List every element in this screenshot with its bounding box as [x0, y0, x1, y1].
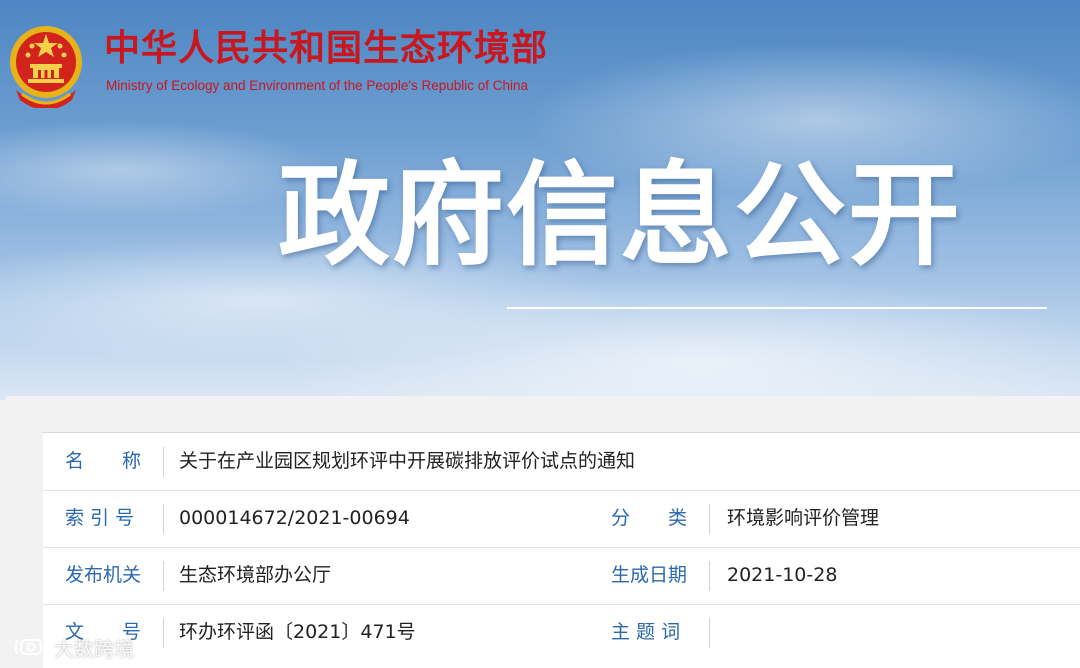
column-separator — [163, 447, 164, 477]
info-value: 生态环境部办公厅 — [179, 564, 332, 586]
info-label: 主 题 词 — [611, 621, 681, 643]
info-value: 000014672/2021-00694 — [179, 507, 410, 529]
info-row-publisher: 发布机关 生态环境部办公厅 生成日期 2021-10-28 — [43, 547, 1080, 605]
column-separator — [163, 618, 164, 648]
column-separator — [709, 618, 710, 648]
ministry-name-cn: 中华人民共和国生态环境部 — [104, 27, 549, 69]
info-label: 发布机关 — [65, 564, 142, 586]
info-label: 名 称 — [65, 450, 142, 472]
national-emblem-icon — [10, 26, 82, 108]
info-row-docnumber: 文 号 环办环评函〔2021〕471号 主 题 词 — [43, 604, 1080, 661]
watermark-text: 大数跨境 — [54, 636, 134, 661]
section-title: 政府信息公开 — [278, 151, 962, 281]
info-value: 环办环评函〔2021〕471号 — [179, 621, 416, 643]
column-separator — [709, 561, 710, 591]
info-row-name: 名 称 关于在产业园区规划环评中开展碳排放评价试点的通知 — [43, 433, 1080, 491]
info-value: 关于在产业园区规划环评中开展碳排放评价试点的通知 — [179, 450, 636, 472]
column-separator — [709, 504, 710, 534]
info-label: 生成日期 — [611, 564, 688, 586]
info-value: 环境影响评价管理 — [727, 507, 880, 529]
info-label: 索 引 号 — [65, 507, 135, 529]
info-label: 分 类 — [611, 507, 688, 529]
info-value: 2021-10-28 — [727, 564, 838, 586]
info-table: 名 称 关于在产业园区规划环评中开展碳排放评价试点的通知 索 引 号 00001… — [43, 432, 1080, 668]
watermark: 大数跨境 — [14, 634, 134, 661]
column-separator — [163, 504, 164, 534]
header-banner: 中华人民共和国生态环境部 Ministry of Ecology and Env… — [0, 0, 1080, 400]
title-underline — [507, 307, 1047, 309]
ministry-name-en: Ministry of Ecology and Environment of t… — [106, 78, 529, 93]
info-row-index: 索 引 号 000014672/2021-00694 分 类 环境影响评价管理 — [43, 490, 1080, 548]
camera-logo-icon — [15, 639, 47, 655]
column-separator — [163, 561, 164, 591]
